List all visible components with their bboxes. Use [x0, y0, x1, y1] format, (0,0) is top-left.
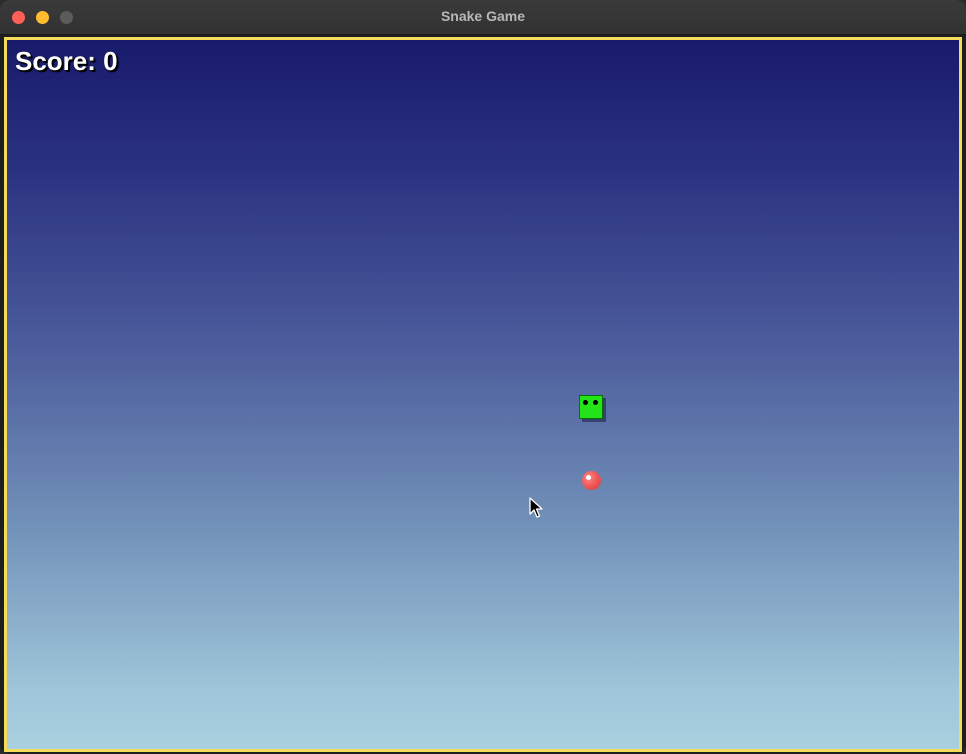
- game-board-border: Score: 0: [4, 37, 962, 752]
- score-display: Score: 0: [15, 46, 118, 76]
- food-shine: [586, 475, 591, 480]
- app-window: Snake Game Score: 0: [0, 0, 966, 754]
- game-board[interactable]: Score: 0: [7, 40, 959, 749]
- title-bar[interactable]: Snake Game: [0, 0, 966, 35]
- snake-eye-right: [593, 400, 598, 405]
- snake-head: [579, 395, 603, 419]
- food-apple: [582, 471, 601, 490]
- window-title: Snake Game: [440, 8, 526, 24]
- snake-eye-left: [583, 400, 588, 405]
- mouse-pointer-icon: [529, 497, 543, 518]
